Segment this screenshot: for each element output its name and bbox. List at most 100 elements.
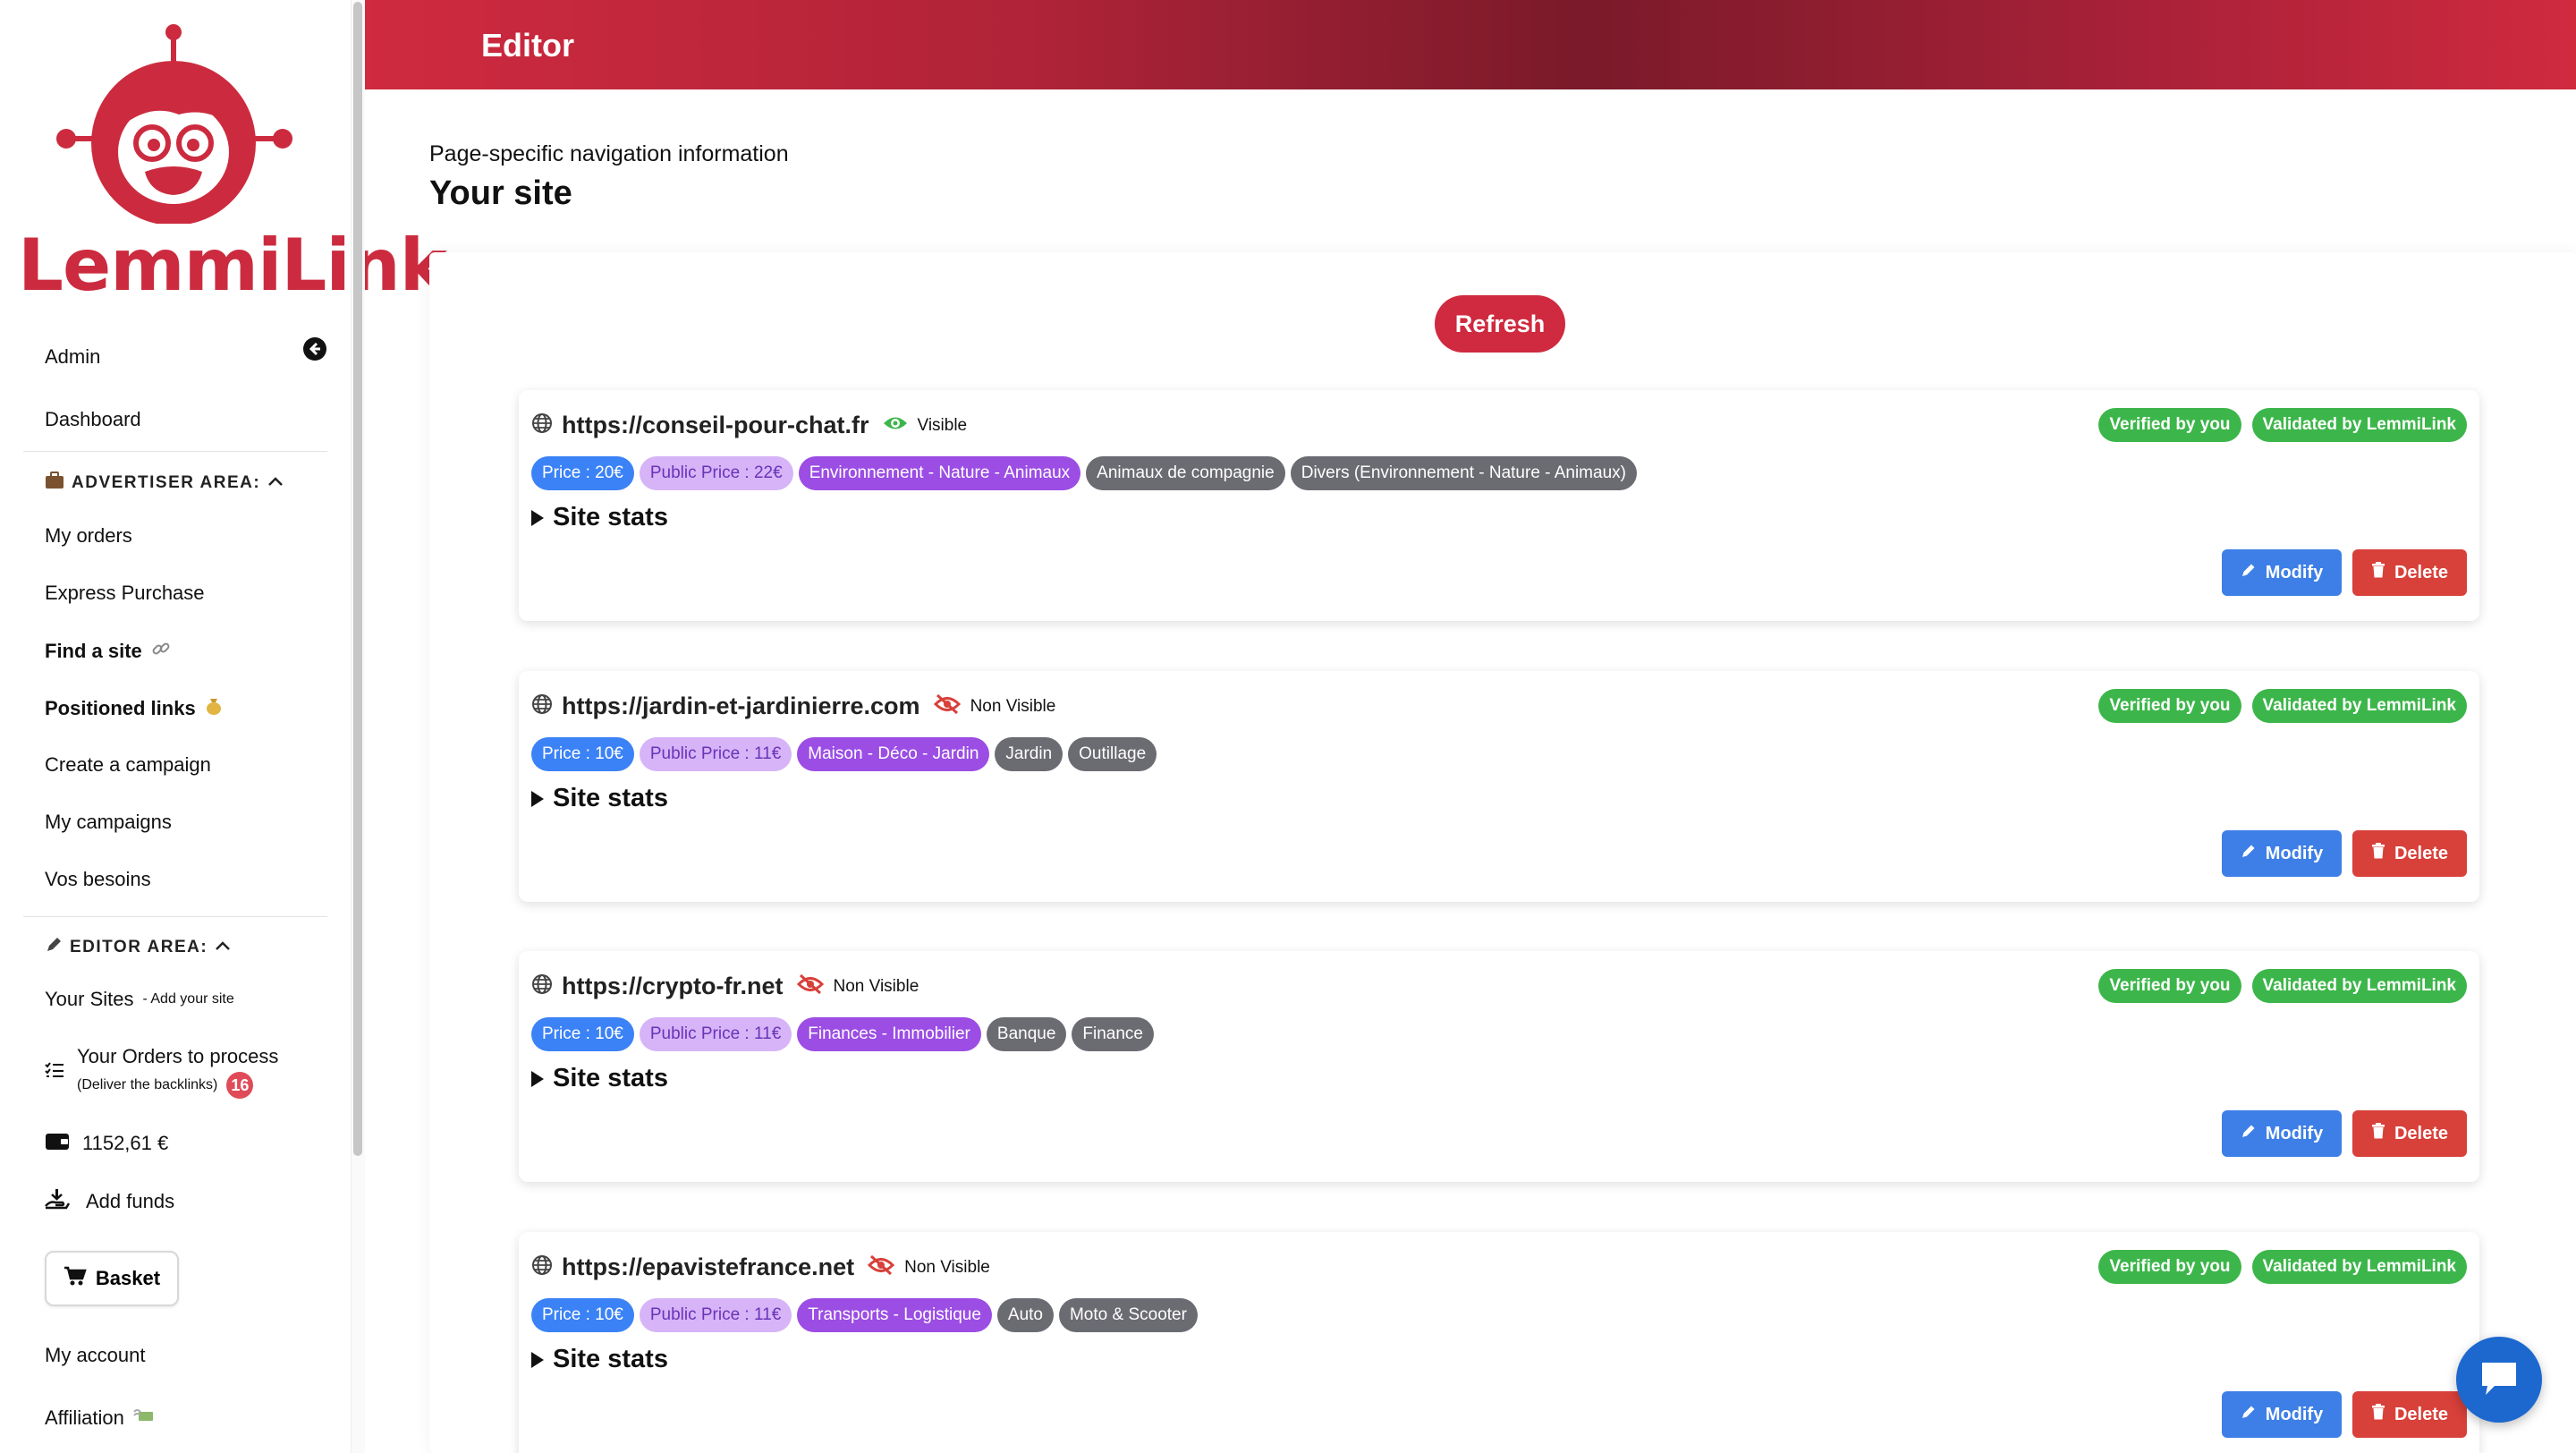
advertiser-area-title: ADVERTISER AREA:	[72, 473, 261, 492]
site-actions: Modify Delete	[2222, 1391, 2467, 1438]
pencil-icon	[2241, 1404, 2257, 1425]
site-actions: Modify Delete	[2222, 830, 2467, 877]
page-title: Your site	[429, 174, 572, 212]
eye-slash-icon	[796, 973, 825, 999]
divider	[23, 916, 327, 917]
delete-label: Delete	[2394, 1123, 2449, 1143]
refresh-button[interactable]: Refresh	[1435, 295, 1565, 353]
site-stats-toggle[interactable]: Site stats	[531, 503, 668, 532]
delete-button[interactable]: Delete	[2352, 1391, 2467, 1438]
sidebar-item-express-purchase[interactable]: Express Purchase	[45, 582, 205, 605]
header-title: Editor	[481, 27, 574, 64]
list-check-icon	[45, 1061, 64, 1083]
site-card: https://epavistefrance.net Non Visible P…	[519, 1232, 2479, 1453]
subcategory-tag: Banque	[986, 1017, 1067, 1051]
delete-button[interactable]: Delete	[2352, 1110, 2467, 1157]
sidebar-item-orders-to-process[interactable]: Your Orders to process (Deliver the back…	[45, 1045, 278, 1099]
site-tags: Price : 10€ Public Price : 11€ Transport…	[531, 1298, 1198, 1332]
verification-badges: Verified by you Validated by LemmiLink	[2098, 969, 2467, 1003]
sidebar-item-my-campaigns[interactable]: My campaigns	[45, 811, 172, 834]
chat-widget-button[interactable]	[2456, 1337, 2542, 1423]
eye-slash-icon	[867, 1254, 895, 1280]
visibility-status: Visible	[917, 415, 968, 435]
my-orders-label: My orders	[45, 524, 132, 547]
validated-badge: Validated by LemmiLink	[2251, 1250, 2467, 1284]
delete-label: Delete	[2394, 843, 2449, 863]
sidebar-item-your-sites[interactable]: Your Sites - Add your site	[45, 988, 234, 1011]
verification-badges: Verified by you Validated by LemmiLink	[2098, 1250, 2467, 1284]
affiliation-label: Affiliation	[45, 1406, 124, 1429]
modify-label: Modify	[2265, 562, 2324, 582]
site-stats-toggle[interactable]: Site stats	[531, 784, 668, 813]
site-stats-toggle[interactable]: Site stats	[531, 1064, 668, 1093]
sidebar-item-positioned-links[interactable]: Positioned links	[45, 696, 223, 721]
modify-button[interactable]: Modify	[2222, 1391, 2342, 1438]
logo-text: LemmiLink	[18, 224, 447, 307]
sidebar-item-create-campaign[interactable]: Create a campaign	[45, 753, 211, 777]
modify-button[interactable]: Modify	[2222, 549, 2342, 596]
pencil-icon	[45, 936, 63, 959]
sidebar-item-admin[interactable]: Admin	[45, 345, 100, 369]
admin-label: Admin	[45, 345, 101, 368]
sidebar-item-affiliation[interactable]: Affiliation	[45, 1406, 157, 1430]
sidebar-item-my-account[interactable]: My account	[45, 1344, 146, 1367]
site-url[interactable]: https://conseil-pour-chat.fr	[562, 412, 869, 439]
site-url-row: https://crypto-fr.net Non Visible	[531, 973, 919, 1000]
positioned-links-label: Positioned links	[45, 697, 196, 719]
editor-area-title: EDITOR AREA:	[70, 938, 208, 956]
modify-label: Modify	[2265, 843, 2324, 863]
delete-button[interactable]: Delete	[2352, 830, 2467, 877]
sidebar-scrollbar-thumb[interactable]	[353, 2, 362, 1156]
delete-button[interactable]: Delete	[2352, 549, 2467, 596]
pencil-icon	[2241, 562, 2257, 583]
site-tags: Price : 10€ Public Price : 11€ Maison - …	[531, 737, 1157, 771]
sidebar-item-my-orders[interactable]: My orders	[45, 524, 132, 548]
sidebar-item-add-funds[interactable]: Add funds	[45, 1188, 174, 1215]
verified-by-you-badge: Verified by you	[2098, 969, 2241, 1003]
verified-by-you-badge: Verified by you	[2098, 689, 2241, 723]
modify-button[interactable]: Modify	[2222, 1110, 2342, 1157]
vos-besoins-label: Vos besoins	[45, 868, 151, 890]
money-wings-icon	[133, 1406, 157, 1430]
site-url[interactable]: https://jardin-et-jardinierre.com	[562, 693, 920, 720]
site-url[interactable]: https://crypto-fr.net	[562, 973, 784, 1000]
add-site-link[interactable]: - Add your site	[142, 991, 233, 1007]
my-campaigns-label: My campaigns	[45, 811, 172, 833]
chat-icon	[2479, 1359, 2520, 1401]
advertiser-area-toggle[interactable]: ADVERTISER AREA:	[45, 472, 284, 495]
trash-icon	[2371, 843, 2385, 864]
trash-icon	[2371, 562, 2385, 583]
sidebar-item-find-a-site[interactable]: Find a site	[45, 639, 171, 664]
your-sites-label: Your Sites	[45, 988, 134, 1010]
price-tag: Price : 10€	[531, 737, 634, 771]
subcategory-tag: Auto	[996, 1298, 1054, 1332]
verification-badges: Verified by you Validated by LemmiLink	[2098, 689, 2467, 723]
site-stats-label: Site stats	[553, 784, 668, 812]
express-purchase-label: Express Purchase	[45, 582, 205, 604]
subcategory-tag: Outillage	[1068, 737, 1157, 771]
category-tag: Environnement - Nature - Animaux	[798, 456, 1081, 490]
editor-area-toggle[interactable]: EDITOR AREA:	[45, 936, 231, 959]
site-actions: Modify Delete	[2222, 1110, 2467, 1157]
lemmilink-logo[interactable]: LemmiLink	[18, 18, 447, 307]
basket-label: Basket	[95, 1267, 161, 1289]
site-url[interactable]: https://epavistefrance.net	[562, 1253, 854, 1281]
sidebar-item-vos-besoins[interactable]: Vos besoins	[45, 868, 151, 891]
arrow-left-circle-icon[interactable]	[302, 336, 327, 366]
sidebar-item-balance[interactable]: 1152,61 €	[45, 1131, 168, 1156]
breadcrumb: Page-specific navigation information	[429, 141, 789, 166]
site-stats-label: Site stats	[553, 1064, 668, 1092]
basket-button[interactable]: Basket	[45, 1251, 179, 1306]
site-stats-toggle[interactable]: Site stats	[531, 1345, 668, 1374]
site-stats-label: Site stats	[553, 1345, 668, 1373]
public-price-tag: Public Price : 11€	[639, 1017, 792, 1051]
verification-badges: Verified by you Validated by LemmiLink	[2098, 408, 2467, 442]
modify-button[interactable]: Modify	[2222, 830, 2342, 877]
top-header: Editor	[365, 0, 2576, 89]
site-url-row: https://jardin-et-jardinierre.com Non Vi…	[531, 693, 1055, 720]
sidebar-item-dashboard[interactable]: Dashboard	[45, 408, 141, 431]
site-actions: Modify Delete	[2222, 549, 2467, 596]
globe-icon	[531, 973, 553, 999]
disclosure-triangle-icon	[531, 1351, 544, 1368]
site-url-row: https://conseil-pour-chat.fr Visible	[531, 412, 967, 439]
